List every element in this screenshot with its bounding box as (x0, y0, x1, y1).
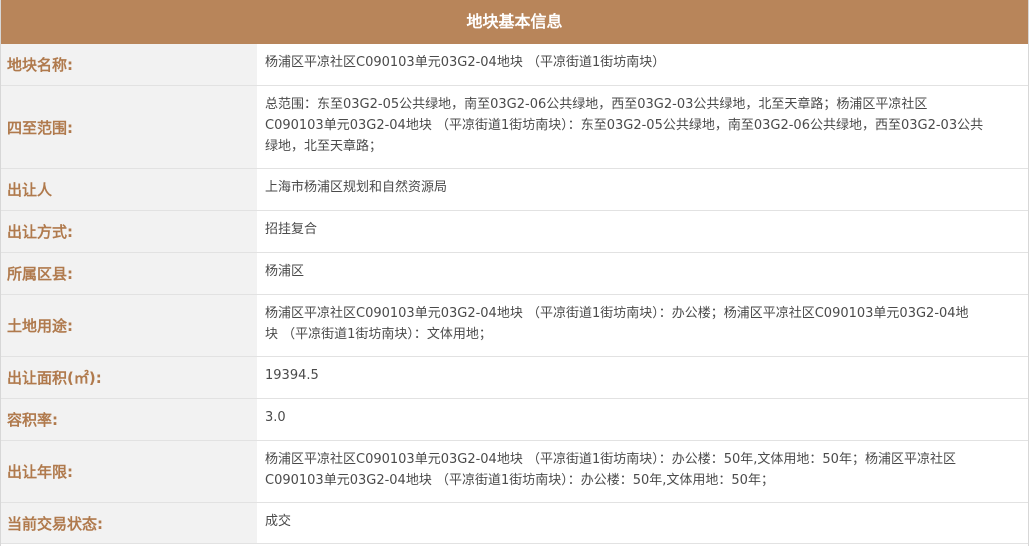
row-status: 当前交易状态: 成交 (1, 503, 1028, 544)
row-term: 出让年限: 杨浦区平凉社区C090103单元03G2-04地块 （平凉街道1街坊… (1, 441, 1028, 503)
term-value: 杨浦区平凉社区C090103单元03G2-04地块 （平凉街道1街坊南块）：办公… (257, 441, 1028, 502)
boundaries-value: 总范围：东至03G2-05公共绿地，南至03G2-06公共绿地，西至03G2-0… (257, 86, 1028, 168)
plot-ratio-value: 3.0 (257, 399, 1028, 440)
land-use-value: 杨浦区平凉社区C090103单元03G2-04地块 （平凉街道1街坊南块）：办公… (257, 295, 1028, 356)
district-label: 所属区县: (1, 253, 257, 294)
transfer-method-value: 招挂复合 (257, 211, 1028, 252)
area-label: 出让面积(㎡): (1, 357, 257, 398)
status-label: 当前交易状态: (1, 503, 257, 543)
status-value: 成交 (257, 503, 1028, 543)
area-value: 19394.5 (257, 357, 1028, 398)
row-transferor: 出让人 上海市杨浦区规划和自然资源局 (1, 169, 1028, 211)
boundaries-label: 四至范围: (1, 86, 257, 168)
land-info-table: 地块基本信息 地块名称: 杨浦区平凉社区C090103单元03G2-04地块 （… (0, 0, 1029, 546)
transferor-value: 上海市杨浦区规划和自然资源局 (257, 169, 1028, 210)
transferor-label: 出让人 (1, 169, 257, 210)
parcel-name-label: 地块名称: (1, 44, 257, 85)
term-label: 出让年限: (1, 441, 257, 502)
row-boundaries: 四至范围: 总范围：东至03G2-05公共绿地，南至03G2-06公共绿地，西至… (1, 86, 1028, 169)
table-title: 地块基本信息 (1, 0, 1028, 44)
row-parcel-name: 地块名称: 杨浦区平凉社区C090103单元03G2-04地块 （平凉街道1街坊… (1, 44, 1028, 86)
row-transfer-method: 出让方式: 招挂复合 (1, 211, 1028, 253)
land-use-label: 土地用途: (1, 295, 257, 356)
row-land-use: 土地用途: 杨浦区平凉社区C090103单元03G2-04地块 （平凉街道1街坊… (1, 295, 1028, 357)
plot-ratio-label: 容积率: (1, 399, 257, 440)
district-value: 杨浦区 (257, 253, 1028, 294)
row-plot-ratio: 容积率: 3.0 (1, 399, 1028, 441)
row-district: 所属区县: 杨浦区 (1, 253, 1028, 295)
parcel-name-value: 杨浦区平凉社区C090103单元03G2-04地块 （平凉街道1街坊南块） (257, 44, 1028, 85)
transfer-method-label: 出让方式: (1, 211, 257, 252)
row-area: 出让面积(㎡): 19394.5 (1, 357, 1028, 399)
